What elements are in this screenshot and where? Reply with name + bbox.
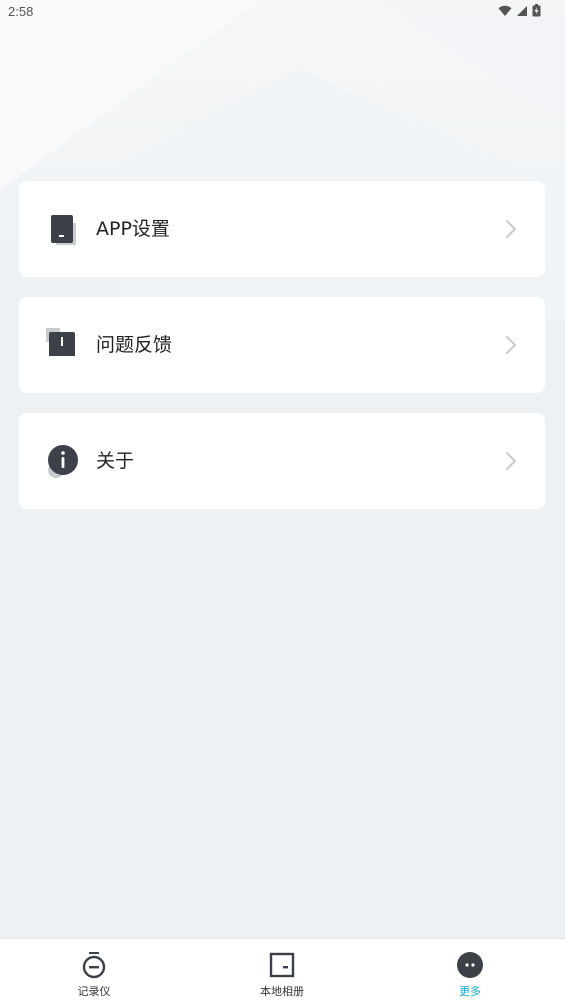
tab-label: 更多 [459,985,481,998]
tab-local-album[interactable]: 本地相册 [188,939,376,1004]
battery-icon [532,4,541,17]
more-screen: 2:58 APP设置 问题反馈 关于 记录仪 本地相册 更多 [0,0,565,1004]
menu-item-label: APP设置 [96,218,170,240]
bottom-tab-bar: 记录仪 本地相册 更多 [0,938,565,1004]
tab-recorder[interactable]: 记录仪 [0,939,188,1004]
menu-item-about[interactable]: 关于 [19,413,545,509]
menu-item-feedback[interactable]: 问题反馈 [19,297,545,393]
recorder-icon [82,952,106,979]
status-icons [498,4,541,17]
tab-label: 记录仪 [77,985,111,998]
menu-item-label: 问题反馈 [96,334,173,356]
tab-more[interactable]: 更多 [376,939,564,1004]
chevron-right-icon [506,220,517,238]
info-icon [48,445,78,478]
more-icon [457,952,483,978]
chevron-right-icon [506,452,517,470]
wifi-icon [498,5,512,16]
feedback-icon [46,328,75,358]
tab-label: 本地相册 [260,985,304,998]
status-bar: 2:58 [0,0,565,24]
menu-item-label: 关于 [96,450,135,472]
cell-signal-icon [517,5,527,16]
menu-item-app-settings[interactable]: APP设置 [19,181,545,277]
status-time: 2:58 [8,4,34,19]
album-icon [269,952,295,978]
phone-settings-icon [51,215,76,245]
chevron-right-icon [506,336,517,354]
